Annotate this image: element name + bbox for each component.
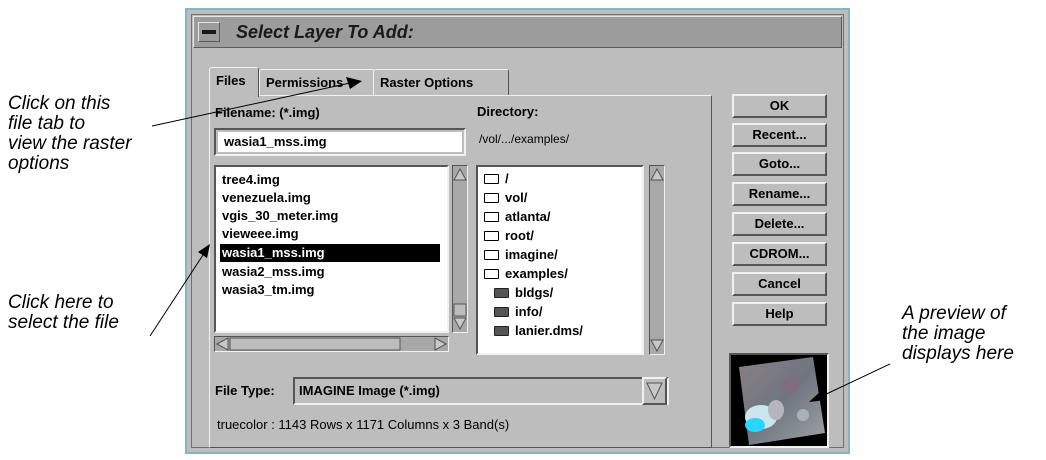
open-folder-icon [484, 250, 499, 260]
directory-path: /vol/.../examples/ [479, 132, 570, 146]
annotation-line: file tab to [8, 113, 86, 134]
image-preview [729, 353, 829, 448]
scroll-arrows-icon [215, 337, 448, 351]
ok-button[interactable]: OK [732, 94, 827, 118]
scroll-arrows-icon [650, 167, 664, 353]
help-button[interactable]: Help [732, 302, 827, 326]
directory-label: Directory: [477, 104, 539, 119]
tab-label: Raster Options [380, 75, 474, 90]
scroll-arrows-icon [453, 167, 467, 331]
annotation-line: options [8, 153, 70, 174]
list-item-selected[interactable]: wasia1_mss.img [220, 244, 440, 262]
annotation-line: displays here [902, 343, 1014, 364]
tab-label: Files [216, 73, 246, 88]
file-list-vscrollbar[interactable] [452, 165, 468, 333]
annotation-tab-note: Click on this file tab to view the raste… [8, 94, 132, 174]
file-type-value: IMAGINE Image (*.img) [299, 383, 440, 398]
file-type-label: File Type: [215, 383, 275, 398]
window-menu-button[interactable] [198, 22, 220, 42]
file-list[interactable]: tree4.img venezuela.img vgis_30_meter.im… [214, 165, 449, 333]
goto-button[interactable]: Goto... [732, 152, 827, 176]
dir-name: root/ [505, 228, 534, 243]
recent-button[interactable]: Recent... [732, 123, 827, 147]
list-item[interactable]: info/ [492, 303, 542, 321]
annotation-line: Click on this [8, 93, 111, 114]
minus-icon [202, 30, 216, 34]
directory-list[interactable]: / vol/ atlanta/ root/ imagine/ examples/… [476, 165, 644, 355]
open-folder-icon [484, 231, 499, 241]
annotation-line: A preview of [902, 303, 1006, 324]
file-list-hscrollbar[interactable] [214, 336, 449, 352]
annotation-preview-note: A preview of the image displays here [902, 304, 1014, 364]
dialog-title: Select Layer To Add: [236, 22, 414, 42]
closed-folder-icon [494, 307, 509, 317]
dir-name: / [505, 171, 509, 186]
closed-folder-icon [494, 326, 509, 336]
annotation-line: view the raster [8, 133, 132, 154]
closed-folder-icon [494, 288, 509, 298]
directory-list-vscrollbar[interactable] [649, 165, 665, 355]
list-item[interactable]: vieweee.img [220, 225, 299, 243]
tab-label: Permissions [266, 75, 344, 90]
preview-thumbnail-image [739, 357, 825, 445]
filename-label: Filename: (*.img) [215, 105, 320, 120]
open-folder-icon [484, 174, 499, 184]
list-item[interactable]: root/ [482, 227, 534, 245]
dir-name: examples/ [505, 266, 568, 281]
list-item[interactable]: bldgs/ [492, 284, 553, 302]
list-item[interactable]: imagine/ [482, 246, 558, 264]
tab-raster-options[interactable]: Raster Options [373, 69, 509, 95]
filename-field[interactable]: wasia1_mss.img [214, 128, 466, 156]
cancel-button[interactable]: Cancel [732, 272, 827, 296]
image-info-status: truecolor : 1143 Rows x 1171 Columns x 3… [217, 417, 510, 432]
annotation-line: the image [902, 323, 986, 344]
cdrom-button[interactable]: CDROM... [732, 242, 827, 266]
list-item[interactable]: tree4.img [220, 171, 280, 189]
annotation-file-note: Click here to select the file [8, 293, 119, 333]
tab-permissions[interactable]: Permissions [259, 69, 375, 95]
annotation-line: Click here to [8, 292, 114, 313]
list-item[interactable]: wasia2_mss.img [220, 263, 325, 281]
filename-value: wasia1_mss.img [224, 134, 327, 149]
delete-button[interactable]: Delete... [732, 212, 827, 236]
select-layer-dialog: Select Layer To Add: Files Permissions R… [185, 8, 850, 454]
dir-name: lanier.dms/ [515, 323, 583, 338]
annotation-line: select the file [8, 312, 119, 333]
chevron-down-icon [646, 382, 663, 401]
list-item[interactable]: examples/ [482, 265, 568, 283]
title-bar[interactable]: Select Layer To Add: [193, 16, 842, 48]
file-type-select[interactable]: IMAGINE Image (*.img) [293, 377, 669, 405]
open-folder-icon [484, 193, 499, 203]
dir-name: imagine/ [505, 247, 558, 262]
dir-name: atlanta/ [505, 209, 551, 224]
list-item[interactable]: / [482, 170, 509, 188]
dir-name: info/ [515, 304, 543, 319]
open-folder-icon [484, 212, 499, 222]
rename-button[interactable]: Rename... [732, 182, 827, 206]
list-item[interactable]: vol/ [482, 189, 527, 207]
dir-name: bldgs/ [515, 285, 554, 300]
file-type-dropdown-button[interactable] [642, 377, 667, 405]
list-item[interactable]: venezuela.img [220, 189, 311, 207]
list-item[interactable]: wasia3_tm.img [220, 281, 315, 299]
tab-files[interactable]: Files [209, 67, 259, 97]
dir-name: vol/ [505, 190, 528, 205]
list-item[interactable]: atlanta/ [482, 208, 551, 226]
open-folder-icon [484, 269, 499, 279]
list-item[interactable]: vgis_30_meter.img [220, 207, 338, 225]
list-item[interactable]: lanier.dms/ [492, 322, 583, 340]
